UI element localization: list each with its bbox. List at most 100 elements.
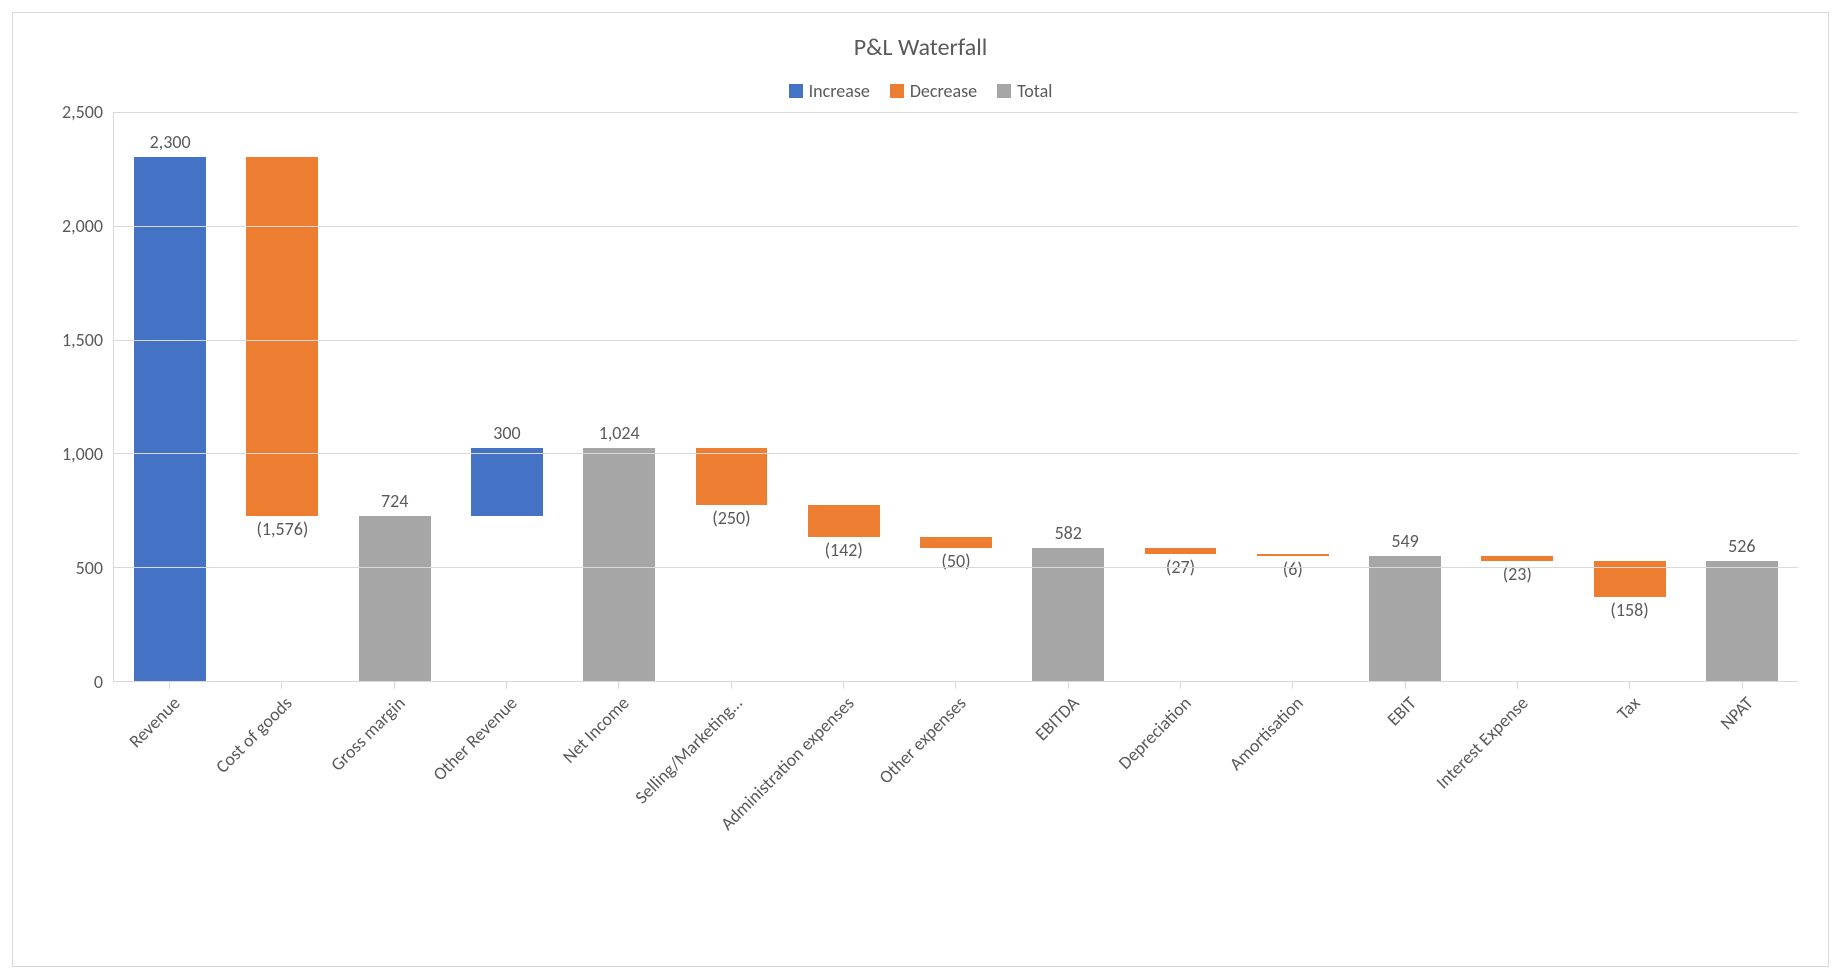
bar-slot: 1,024 xyxy=(563,112,675,681)
x-tick xyxy=(1742,682,1743,689)
bar-slot: 2,300 xyxy=(114,112,226,681)
bar-total xyxy=(1032,548,1104,681)
y-axis: 05001,0001,5002,0002,500 xyxy=(43,112,113,682)
x-tick xyxy=(1292,682,1293,689)
x-category-label: Gross margin xyxy=(326,692,409,775)
x-slot: Other expenses xyxy=(899,682,1011,942)
bar-slot: 582 xyxy=(1012,112,1124,681)
x-tick xyxy=(843,682,844,689)
legend-item-total: Total xyxy=(997,80,1052,102)
bar-data-label: (6) xyxy=(1283,558,1303,580)
x-slot: EBIT xyxy=(1349,682,1461,942)
bar-decrease xyxy=(1145,548,1217,554)
bar-data-label: (158) xyxy=(1610,599,1648,621)
bar-slot: 549 xyxy=(1349,112,1461,681)
y-tick-label: 2,500 xyxy=(62,101,103,123)
x-tick xyxy=(1517,682,1518,689)
x-slot: NPAT xyxy=(1686,682,1798,942)
x-category-label: Depreciation xyxy=(1114,692,1196,774)
y-tick-label: 500 xyxy=(76,557,103,579)
x-tick xyxy=(394,682,395,689)
legend-item-increase: Increase xyxy=(789,80,870,102)
bar-slot: 724 xyxy=(339,112,451,681)
chart-title: P&L Waterfall xyxy=(43,33,1798,62)
bar-decrease xyxy=(1481,556,1553,561)
bar-total xyxy=(359,516,431,681)
gridline xyxy=(114,453,1798,454)
plot-area: 05001,0001,5002,0002,500 2,300(1,576)724… xyxy=(43,112,1798,682)
bar-slot: 526 xyxy=(1686,112,1798,681)
x-category-label: Cost of goods xyxy=(212,692,298,778)
bar-data-label: (250) xyxy=(712,507,750,529)
x-tick xyxy=(618,682,619,689)
bar-total xyxy=(1706,561,1778,681)
bar-slot: (158) xyxy=(1573,112,1685,681)
bar-data-label: (1,576) xyxy=(256,518,308,540)
legend-label-increase: Increase xyxy=(809,80,870,102)
plot: 2,300 (1,576) 724 300 1,024 (250) (142) (50) 582… xyxy=(113,112,1798,682)
y-tick-label: 1,500 xyxy=(62,329,103,351)
bar-decrease xyxy=(696,448,768,505)
y-tick-label: 2,000 xyxy=(62,215,103,237)
bar-data-label: 1,024 xyxy=(599,422,640,444)
x-slot: Other Revenue xyxy=(450,682,562,942)
x-tick xyxy=(281,682,282,689)
bars-container: 2,300 (1,576) 724 300 1,024 (250) (142) (50) 582… xyxy=(114,112,1798,681)
bar-slot: (250) xyxy=(675,112,787,681)
y-tick-label: 0 xyxy=(94,671,103,693)
bar-increase xyxy=(471,448,543,516)
x-slot: Interest Expense xyxy=(1461,682,1573,942)
legend-item-decrease: Decrease xyxy=(890,80,977,102)
bar-data-label: 549 xyxy=(1391,530,1418,552)
bar-decrease xyxy=(1257,554,1329,555)
bar-data-label: 300 xyxy=(493,422,520,444)
x-category-label: Net Income xyxy=(558,692,634,768)
x-tick xyxy=(955,682,956,689)
legend-label-total: Total xyxy=(1017,80,1052,102)
x-slot: Net Income xyxy=(562,682,674,942)
x-tick xyxy=(731,682,732,689)
x-tick xyxy=(1629,682,1630,689)
x-tick xyxy=(1180,682,1181,689)
bar-increase xyxy=(134,157,206,681)
legend-swatch-total xyxy=(997,84,1011,98)
bar-data-label: 582 xyxy=(1055,522,1082,544)
bar-slot: 300 xyxy=(451,112,563,681)
x-category-label: Revenue xyxy=(125,692,185,752)
bar-decrease xyxy=(920,537,992,548)
x-category-label: Amortisation xyxy=(1225,692,1308,775)
bar-total xyxy=(1369,556,1441,681)
bar-data-label: (142) xyxy=(825,539,863,561)
bar-data-label: 724 xyxy=(381,490,408,512)
chart-legend: Increase Decrease Total xyxy=(43,80,1798,102)
x-tick xyxy=(169,682,170,689)
bar-total xyxy=(583,448,655,681)
bar-decrease xyxy=(246,157,318,516)
bar-slot: (142) xyxy=(788,112,900,681)
bar-decrease xyxy=(808,505,880,537)
x-axis: RevenueCost of goodsGross marginOther Re… xyxy=(113,682,1798,942)
y-tick-label: 1,000 xyxy=(62,443,103,465)
gridline xyxy=(114,112,1798,113)
bar-slot: (23) xyxy=(1461,112,1573,681)
x-tick xyxy=(506,682,507,689)
x-category-label: EBITDA xyxy=(1030,692,1083,745)
legend-swatch-decrease xyxy=(890,84,904,98)
x-tick xyxy=(1068,682,1069,689)
waterfall-chart: P&L Waterfall Increase Decrease Total 0 5… xyxy=(12,12,1829,967)
x-category-label: EBIT xyxy=(1382,692,1420,730)
x-slot: Amortisation xyxy=(1236,682,1348,942)
x-slot: Gross margin xyxy=(338,682,450,942)
bar-data-label: 526 xyxy=(1728,535,1755,557)
gridline xyxy=(114,567,1798,568)
x-category-label: NPAT xyxy=(1715,692,1757,734)
bar-data-label: (50) xyxy=(941,550,970,572)
x-category-label: Tax xyxy=(1613,692,1645,724)
bar-slot: (27) xyxy=(1124,112,1236,681)
x-slot: EBITDA xyxy=(1012,682,1124,942)
x-slot: Revenue xyxy=(113,682,225,942)
x-slot: Cost of goods xyxy=(225,682,337,942)
gridline xyxy=(114,340,1798,341)
x-slot: Depreciation xyxy=(1124,682,1236,942)
legend-swatch-increase xyxy=(789,84,803,98)
